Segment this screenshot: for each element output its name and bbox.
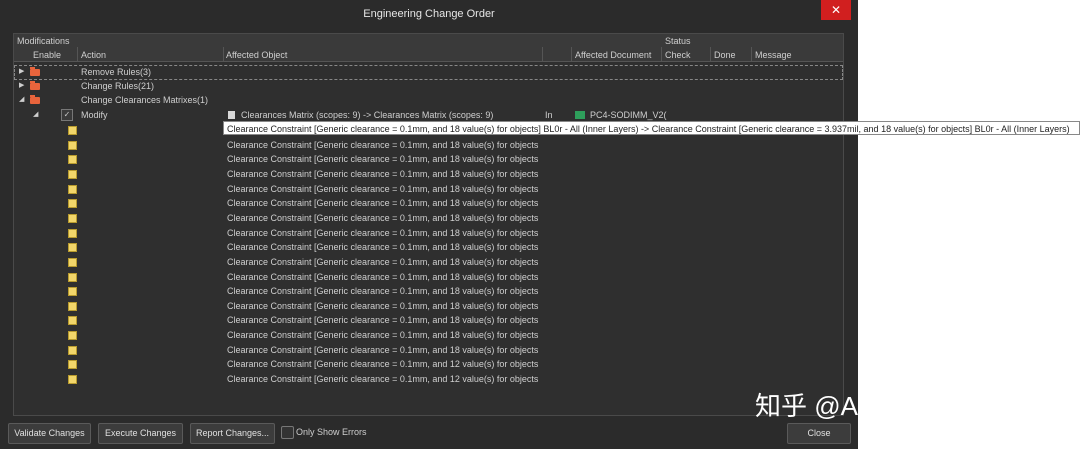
constraint-label: Clearance Constraint [Generic clearance … — [227, 242, 539, 253]
constraint-row[interactable]: Clearance Constraint [Generic clearance … — [14, 138, 843, 152]
constraint-row[interactable]: Clearance Constraint [Generic clearance … — [14, 313, 843, 327]
pcb-document-icon — [575, 111, 585, 119]
group-label: Change Rules(21) — [81, 81, 155, 91]
folder-icon — [30, 67, 40, 76]
close-button[interactable]: Close — [787, 423, 851, 444]
only-show-errors-label: Only Show Errors — [296, 427, 367, 437]
constraint-label: Clearance Constraint [Generic clearance … — [227, 198, 539, 209]
constraint-row[interactable]: Clearance Constraint [Generic clearance … — [14, 167, 843, 181]
constraint-label: Clearance Constraint [Generic clearance … — [227, 315, 539, 326]
modify-row[interactable]: ◢ ✓ Modify Clearances Matrix (scopes: 9)… — [14, 108, 843, 122]
constraint-label: Clearance Constraint [Generic clearance … — [227, 256, 539, 267]
affected-document-label: PC4-SODIMM_V2( — [590, 110, 667, 120]
group-row-remove-rules[interactable]: ▶ Remove Rules(3) — [14, 65, 843, 79]
column-message[interactable]: Message — [755, 50, 792, 60]
enable-checkbox[interactable]: ✓ — [61, 109, 73, 121]
constraint-row[interactable]: Clearance Constraint [Generic clearance … — [14, 152, 843, 166]
clearance-constraint-icon — [68, 243, 77, 253]
expand-arrow-icon[interactable]: ▶ — [19, 65, 24, 79]
clearance-constraint-icon — [68, 345, 77, 355]
watermark: 知乎 @Altium China — [755, 391, 989, 421]
title-bar[interactable]: Engineering Change Order ✕ — [0, 0, 858, 28]
clearance-constraint-icon — [68, 287, 77, 297]
constraint-label: Clearance Constraint [Generic clearance … — [227, 300, 539, 311]
folder-icon — [30, 95, 40, 104]
matrix-icon — [228, 111, 235, 119]
clearance-constraint-icon — [68, 272, 77, 282]
constraint-row[interactable]: Clearance Constraint [Generic clearance … — [14, 255, 843, 269]
constraint-label: Clearance Constraint [Generic clearance … — [227, 359, 539, 370]
action-label: Modify — [81, 110, 108, 120]
clearance-constraint-icon — [68, 331, 77, 341]
expand-arrow-icon[interactable]: ▶ — [19, 79, 24, 93]
constraint-label: Clearance Constraint [Generic clearance … — [227, 344, 539, 355]
eco-dialog: Engineering Change Order ✕ Modifications… — [0, 0, 858, 449]
clearance-constraint-icon — [68, 316, 77, 326]
column-check[interactable]: Check — [665, 50, 691, 60]
group-row-change-clearances[interactable]: ◢ Change Clearances Matrixes(1) — [14, 93, 843, 107]
header-status: Status — [665, 36, 691, 46]
constraint-row[interactable]: Clearance Constraint [Generic clearance … — [14, 226, 843, 240]
constraint-label: Clearance Constraint [Generic clearance … — [227, 154, 539, 165]
constraint-label: Clearance Constraint [Generic clearance … — [227, 212, 539, 223]
constraint-row[interactable]: Clearance Constraint [Generic clearance … — [14, 211, 843, 225]
folder-icon — [30, 81, 40, 90]
group-row-change-rules[interactable]: ▶ Change Rules(21) — [14, 79, 843, 93]
collapse-arrow-icon[interactable]: ◢ — [33, 108, 38, 122]
constraint-label: Clearance Constraint [Generic clearance … — [227, 168, 539, 179]
clearance-constraint-icon — [68, 257, 77, 267]
changes-grid: Modifications Status Enable Action Affec… — [13, 33, 844, 416]
clearance-constraint-icon — [68, 155, 77, 165]
column-enable[interactable]: Enable — [33, 50, 61, 60]
constraint-row[interactable]: Clearance Constraint [Generic clearance … — [14, 196, 843, 210]
window-close-button[interactable]: ✕ — [821, 0, 851, 20]
only-show-errors-checkbox[interactable] — [281, 426, 294, 439]
column-done[interactable]: Done — [714, 50, 736, 60]
validate-changes-button[interactable]: Validate Changes — [8, 423, 91, 444]
clearance-constraint-icon — [68, 213, 77, 223]
group-label: Change Clearances Matrixes(1) — [81, 95, 209, 105]
header-group-row: Modifications Status — [14, 34, 843, 47]
constraint-label: Clearance Constraint [Generic clearance … — [227, 330, 539, 341]
constraint-row[interactable]: Clearance Constraint [Generic clearance … — [14, 357, 843, 371]
constraint-label: Clearance Constraint [Generic clearance … — [227, 139, 539, 150]
report-changes-button[interactable]: Report Changes... — [190, 423, 275, 444]
constraint-label: Clearance Constraint [Generic clearance … — [227, 183, 539, 194]
in-label: In — [545, 110, 553, 120]
execute-changes-button[interactable]: Execute Changes — [98, 423, 183, 444]
clearance-constraint-icon — [68, 169, 77, 179]
clearance-constraint-icon — [68, 184, 77, 194]
collapse-arrow-icon[interactable]: ◢ — [19, 93, 24, 107]
column-affected-object[interactable]: Affected Object — [226, 50, 287, 60]
clearance-constraint-icon — [68, 126, 77, 135]
clearance-constraint-icon — [68, 360, 77, 370]
constraint-row[interactable]: Clearance Constraint [Generic clearance … — [14, 372, 843, 386]
constraint-row[interactable]: Clearance Constraint [Generic clearance … — [14, 270, 843, 284]
clearance-constraint-icon — [68, 301, 77, 311]
group-label: Remove Rules(3) — [81, 67, 152, 77]
constraint-label: Clearance Constraint [Generic clearance … — [227, 374, 539, 385]
constraint-row[interactable]: Clearance Constraint [Generic clearance … — [14, 240, 843, 254]
constraint-row[interactable]: Clearance Constraint [Generic clearance … — [14, 182, 843, 196]
affected-object-label: Clearances Matrix (scopes: 9) -> Clearan… — [241, 110, 494, 120]
column-affected-document[interactable]: Affected Document — [575, 50, 651, 60]
constraint-label: Clearance Constraint [Generic clearance … — [227, 271, 539, 282]
clearance-constraint-icon — [68, 228, 77, 238]
tooltip: Clearance Constraint [Generic clearance … — [223, 121, 1080, 135]
column-action[interactable]: Action — [81, 50, 106, 60]
constraint-row[interactable]: Clearance Constraint [Generic clearance … — [14, 343, 843, 357]
header-modifications: Modifications — [17, 36, 70, 46]
constraint-label: Clearance Constraint [Generic clearance … — [227, 286, 539, 297]
header-column-row: Enable Action Affected Object Affected D… — [14, 47, 843, 62]
constraint-row[interactable]: Clearance Constraint [Generic clearance … — [14, 284, 843, 298]
clearance-constraint-icon — [68, 140, 77, 150]
clearance-constraint-icon — [68, 199, 77, 209]
constraint-label: Clearance Constraint [Generic clearance … — [227, 227, 539, 238]
clearance-constraint-icon — [68, 375, 77, 385]
constraint-row[interactable]: Clearance Constraint [Generic clearance … — [14, 299, 843, 313]
dialog-title: Engineering Change Order — [363, 8, 495, 20]
constraint-row[interactable]: Clearance Constraint [Generic clearance … — [14, 328, 843, 342]
